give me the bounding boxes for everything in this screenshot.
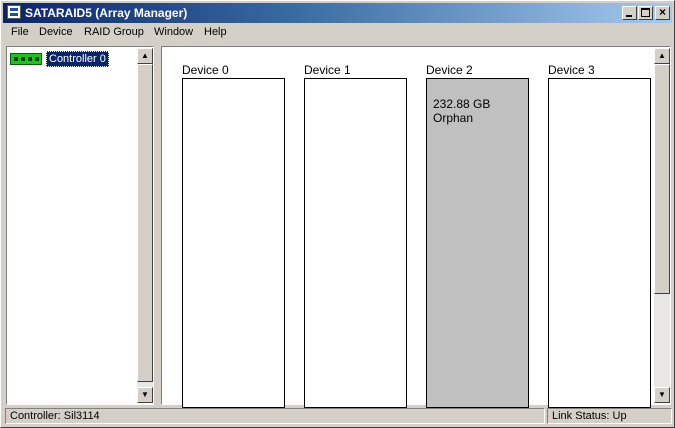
close-icon: ×: [658, 5, 666, 19]
tree-pane: Controller 0 ▲ ▼: [6, 46, 154, 405]
close-button[interactable]: ×: [655, 5, 670, 20]
scroll-up-arrow-icon[interactable]: ▲: [654, 48, 670, 64]
menu-device[interactable]: Device: [39, 26, 73, 38]
device-status: Orphan: [433, 111, 474, 125]
device-name: Device 1: [304, 63, 351, 77]
menu-file[interactable]: File: [11, 26, 29, 38]
device-pane: Device 0 Device 1 Device 2 232.88 GB Orp…: [161, 46, 671, 408]
device-scrollbar[interactable]: ▲ ▼: [654, 48, 670, 403]
status-link: Link Status: Up: [547, 408, 672, 424]
app-icon[interactable]: [7, 5, 21, 19]
status-bar: Controller: Sil3114 Link Status: Up: [3, 407, 672, 425]
main-window: SATARAID5 (Array Manager) × File Device …: [0, 0, 675, 428]
status-controller: Controller: Sil3114: [5, 408, 545, 424]
menu-window[interactable]: Window: [154, 26, 193, 38]
maximize-icon: [641, 8, 650, 17]
tree-scrollbar[interactable]: ▲ ▼: [137, 48, 153, 403]
scroll-down-arrow-icon[interactable]: ▼: [654, 387, 670, 403]
window-title: SATARAID5 (Array Manager): [25, 6, 188, 20]
minimize-button[interactable]: [622, 6, 637, 20]
minimize-icon: [626, 15, 632, 17]
device-slot[interactable]: [548, 78, 651, 408]
controller-card-icon: [10, 53, 42, 65]
scroll-up-arrow-icon[interactable]: ▲: [137, 48, 153, 64]
device-slot[interactable]: 232.88 GB Orphan: [426, 78, 529, 408]
menu-help[interactable]: Help: [204, 26, 227, 38]
maximize-button[interactable]: [638, 6, 653, 20]
device-size: 232.88 GB: [433, 97, 491, 111]
device-name: Device 3: [548, 63, 595, 77]
scroll-thumb[interactable]: [654, 64, 670, 294]
menu-bar: File Device RAID Group Window Help: [3, 24, 672, 42]
device-info: 232.88 GB Orphan: [433, 97, 490, 125]
scroll-down-arrow-icon[interactable]: ▼: [137, 387, 153, 403]
title-bar[interactable]: SATARAID5 (Array Manager) ×: [3, 3, 672, 23]
device-name: Device 0: [182, 63, 229, 77]
menu-raid-group[interactable]: RAID Group: [84, 26, 144, 38]
device-slot[interactable]: [304, 78, 407, 408]
controller-label[interactable]: Controller 0: [46, 51, 109, 67]
scroll-thumb[interactable]: [137, 64, 153, 382]
device-name: Device 2: [426, 63, 473, 77]
device-slot[interactable]: [182, 78, 285, 408]
